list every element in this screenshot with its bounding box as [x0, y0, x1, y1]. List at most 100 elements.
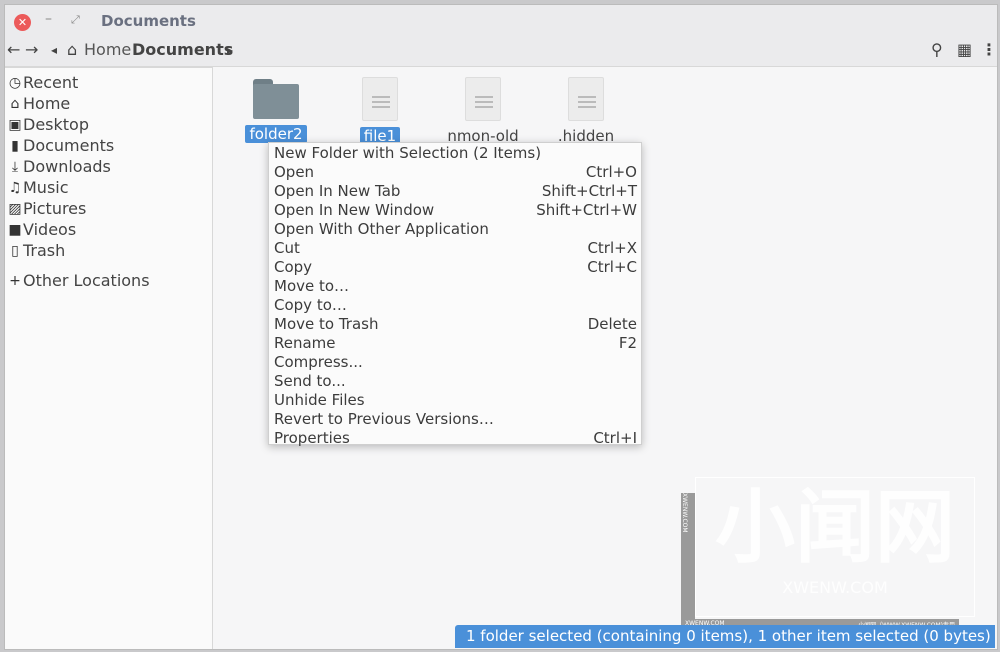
file-name: folder2 — [245, 125, 307, 143]
sidebar-item-other-locations[interactable]: + Other Locations — [5, 270, 212, 291]
sidebar-label: Pictures — [23, 199, 87, 218]
breadcrumb-documents[interactable]: Documents — [132, 40, 233, 59]
menu-item-label: Open With Other Application — [274, 220, 489, 238]
menu-item-label: Move to Trash — [274, 315, 379, 333]
sidebar-item-videos[interactable]: ■ Videos — [5, 219, 212, 240]
watermark: 小闻网 XWENW.COM — [695, 477, 975, 617]
menu-item-label: Open In New Window — [274, 201, 435, 219]
menu-item-label: Properties — [274, 429, 350, 447]
music-icon: ♫ — [8, 179, 22, 196]
menu-item-open-in-new-window[interactable]: Open In New Window Shift+Ctrl+W — [269, 201, 641, 220]
sidebar-label: Trash — [23, 241, 66, 260]
forward-arrow-icon[interactable]: → — [25, 40, 38, 59]
home-icon[interactable]: ⌂ — [67, 40, 77, 59]
menu-item-move-to[interactable]: Move to… — [269, 277, 641, 296]
breadcrumb-home[interactable]: Home — [84, 40, 131, 59]
menu-item-properties[interactable]: Properties Ctrl+I — [269, 429, 641, 448]
sidebar-item-pictures[interactable]: ▨ Pictures — [5, 198, 212, 219]
file-item-hidden[interactable]: .hidden — [541, 77, 631, 145]
sidebar-label: Desktop — [23, 115, 89, 134]
picture-icon: ▨ — [8, 200, 22, 217]
download-icon: ⤓ — [11, 158, 19, 175]
menu-item-send-to[interactable]: Send to... — [269, 372, 641, 391]
sidebar-item-music[interactable]: ♫ Music — [5, 177, 212, 198]
watermark-side: XWENW.COM — [681, 493, 695, 623]
menu-item-shortcut: F2 — [618, 334, 637, 352]
menu-item-label: Unhide Files — [274, 391, 365, 409]
menu-item-label: Copy — [274, 258, 313, 276]
sidebar-label: Downloads — [23, 157, 111, 176]
menu-item-copy[interactable]: Copy Ctrl+C — [269, 258, 641, 277]
folder-icon — [253, 77, 299, 119]
menu-item-shortcut: Delete — [587, 315, 637, 333]
status-bar: 1 folder selected (containing 0 items), … — [455, 625, 995, 648]
text-file-icon — [465, 77, 501, 121]
menu-item-open-in-new-tab[interactable]: Open In New Tab Shift+Ctrl+T — [269, 182, 641, 201]
menu-item-unhide-files[interactable]: Unhide Files — [269, 391, 641, 410]
menu-item-cut[interactable]: Cut Ctrl+X — [269, 239, 641, 258]
menu-item-shortcut: Shift+Ctrl+W — [536, 201, 637, 219]
trash-icon: ▯ — [11, 242, 19, 259]
menu-item-label: Copy to… — [274, 296, 347, 314]
search-icon[interactable]: ⚲ — [931, 40, 943, 59]
sidebar-label: Recent — [23, 73, 79, 92]
clock-icon: ◷ — [8, 74, 22, 91]
plus-icon: + — [9, 272, 21, 289]
sidebar-item-recent[interactable]: ◷ Recent — [5, 72, 212, 93]
menu-item-revert-to-previous-versions[interactable]: Revert to Previous Versions… — [269, 410, 641, 429]
breadcrumb-left-icon[interactable]: ◂ — [51, 43, 57, 57]
menu-item-open[interactable]: Open Ctrl+O — [269, 163, 641, 182]
file-item-nmon-old[interactable]: nmon-old — [438, 77, 528, 145]
sidebar-item-home[interactable]: ⌂ Home — [5, 93, 212, 114]
grid-view-icon[interactable]: ▦ — [957, 40, 972, 59]
watermark-url: XWENW.COM — [782, 578, 888, 597]
menu-item-shortcut: Ctrl+C — [587, 258, 637, 276]
sidebar: ◷ Recent ⌂ Home ▣ Desktop ▮ Documents ⤓ Downl… — [5, 67, 213, 649]
menu-item-shortcut: Ctrl+I — [593, 429, 637, 447]
menu-item-label: Cut — [274, 239, 300, 257]
file-item-folder2[interactable]: folder2 — [231, 77, 321, 143]
menu-item-label: Revert to Previous Versions… — [274, 410, 494, 428]
menu-item-open-with-other-application[interactable]: Open With Other Application — [269, 220, 641, 239]
menu-item-label: Compress... — [274, 353, 363, 371]
menu-item-move-to-trash[interactable]: Move to Trash Delete — [269, 315, 641, 334]
video-icon: ■ — [8, 221, 22, 238]
menu-item-rename[interactable]: Rename F2 — [269, 334, 641, 353]
sidebar-label: Other Locations — [23, 271, 150, 290]
close-icon[interactable]: ✕ — [14, 14, 31, 31]
menu-item-compress[interactable]: Compress... — [269, 353, 641, 372]
minimize-icon[interactable]: – — [45, 11, 52, 27]
toolbar: ← → ◂ ⌂ Home Documents ▸ ⚲ ▦ ⋮ — [5, 37, 997, 67]
breadcrumb-right-icon[interactable]: ▸ — [227, 43, 233, 57]
menu-item-label: Open — [274, 163, 315, 181]
sidebar-item-downloads[interactable]: ⤓ Downloads — [5, 156, 212, 177]
file-item-file1[interactable]: file1 — [335, 77, 425, 145]
menu-item-label: Move to… — [274, 277, 350, 295]
title-bar: ✕ – ⤢ Documents — [5, 5, 997, 37]
context-menu: New Folder with Selection (2 Items) Open C… — [268, 142, 642, 448]
menu-item-label: Send to... — [274, 372, 346, 390]
maximize-icon[interactable]: ⤢ — [71, 13, 80, 27]
back-arrow-icon[interactable]: ← — [7, 40, 20, 59]
sidebar-label: Music — [23, 178, 69, 197]
menu-icon[interactable]: ⋮ — [981, 40, 997, 59]
window-title: Documents — [101, 12, 196, 30]
menu-item-new-folder-with-selection-2-items[interactable]: New Folder with Selection (2 Items) — [269, 144, 641, 163]
home-icon: ⌂ — [10, 95, 20, 112]
watermark-logo: 小闻网 — [715, 481, 955, 574]
text-file-icon — [568, 77, 604, 121]
menu-item-label: New Folder with Selection (2 Items) — [274, 144, 542, 162]
menu-item-copy-to[interactable]: Copy to… — [269, 296, 641, 315]
sidebar-label: Documents — [23, 136, 115, 155]
menu-item-shortcut: Ctrl+X — [587, 239, 637, 257]
menu-item-shortcut: Shift+Ctrl+T — [541, 182, 637, 200]
menu-item-shortcut: Ctrl+O — [585, 163, 637, 181]
text-file-icon — [362, 77, 398, 121]
desktop-icon: ▣ — [8, 116, 22, 133]
sidebar-item-desktop[interactable]: ▣ Desktop — [5, 114, 212, 135]
sidebar-label: Home — [23, 94, 71, 113]
sidebar-item-documents[interactable]: ▮ Documents — [5, 135, 212, 156]
menu-item-label: Rename — [274, 334, 336, 352]
sidebar-item-trash[interactable]: ▯ Trash — [5, 240, 212, 261]
menu-item-label: Open In New Tab — [274, 182, 401, 200]
